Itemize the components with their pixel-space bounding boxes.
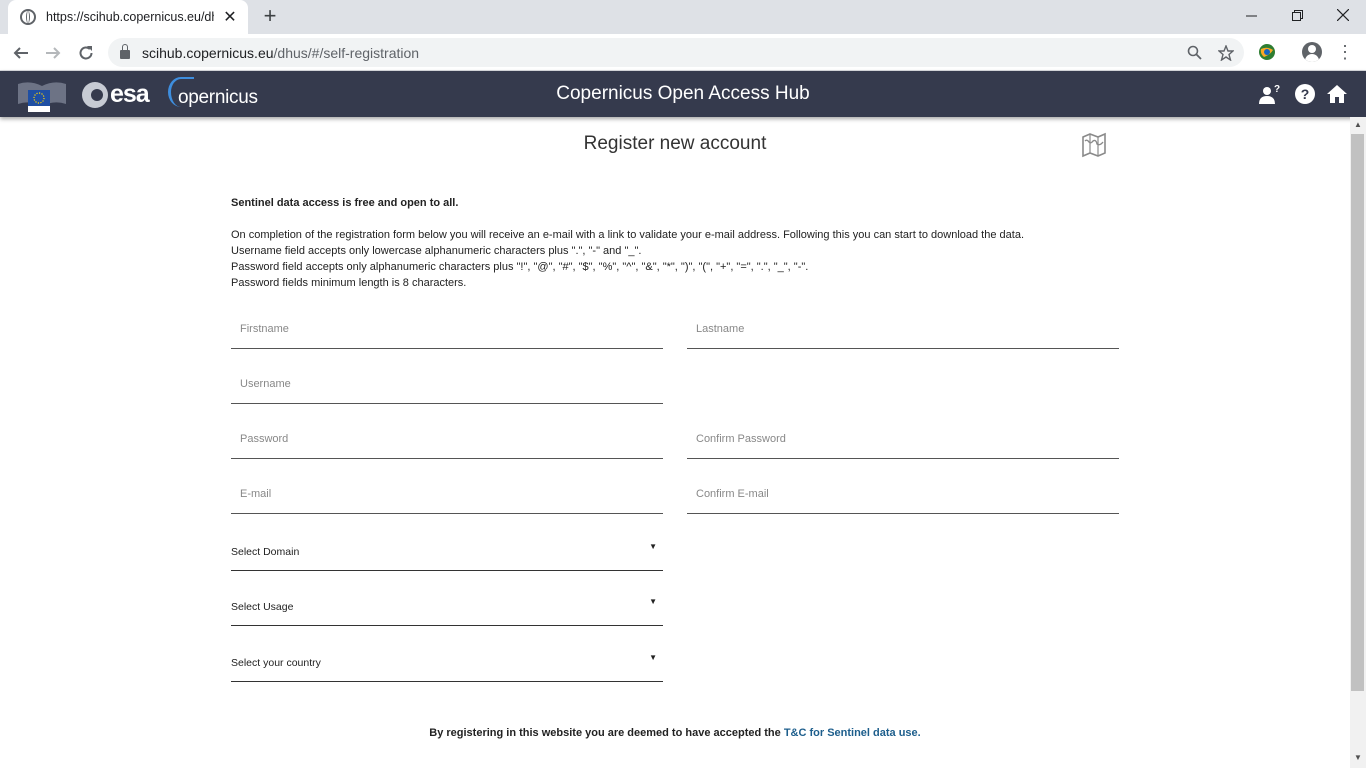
- terms-note-text: By registering in this website you are d…: [429, 727, 784, 739]
- forward-arrow-icon[interactable]: [40, 40, 66, 66]
- main-content: Register new account Sentinel data acces…: [0, 117, 1350, 768]
- account-icon[interactable]: [1302, 42, 1322, 62]
- app-header: Copernicus Open Access Hub esa opernicus…: [0, 71, 1366, 117]
- username-field[interactable]: Username: [231, 368, 663, 404]
- caret-down-icon: ▼: [649, 597, 657, 606]
- esa-logo[interactable]: esa: [82, 80, 150, 109]
- close-tab-icon[interactable]: ✕: [222, 7, 238, 27]
- back-arrow-icon[interactable]: [8, 40, 34, 66]
- intro-text: Sentinel data access is free and open to…: [231, 195, 1151, 291]
- zoom-icon[interactable]: [1182, 38, 1206, 67]
- confirm-email-label: Confirm E-mail: [696, 488, 769, 500]
- intro-bold: Sentinel data access is free and open to…: [231, 197, 459, 209]
- extension-icon[interactable]: [1258, 43, 1276, 61]
- new-tab-button[interactable]: +: [258, 4, 282, 28]
- usage-select[interactable]: Select Usage ▼: [231, 590, 663, 626]
- tab-title: https://scihub.copernicus.eu/dhus: [46, 10, 214, 24]
- caret-down-icon: ▼: [649, 653, 657, 662]
- intro-line: Password field accepts only alphanumeric…: [231, 261, 809, 273]
- domain-select-label: Select Domain: [231, 546, 300, 558]
- country-select-label: Select your country: [231, 657, 321, 669]
- globe-icon: [20, 9, 36, 25]
- email-field[interactable]: E-mail: [231, 478, 663, 514]
- password-field[interactable]: Password: [231, 423, 663, 459]
- domain-select[interactable]: Select Domain ▼: [231, 535, 663, 571]
- person-question-icon[interactable]: ?: [1258, 82, 1282, 106]
- confirm-password-field[interactable]: Confirm Password: [687, 423, 1119, 459]
- address-bar[interactable]: scihub.copernicus.eu/dhus/#/self-registr…: [108, 38, 1244, 67]
- scrollbar-thumb[interactable]: [1351, 134, 1364, 691]
- esa-logo-text: esa: [110, 80, 150, 108]
- password-label: Password: [240, 433, 289, 445]
- confirm-email-field[interactable]: Confirm E-mail: [687, 478, 1119, 514]
- star-icon[interactable]: [1214, 38, 1238, 67]
- username-label: Username: [240, 378, 291, 390]
- usage-select-label: Select Usage: [231, 601, 294, 613]
- svg-text:?: ?: [1274, 84, 1280, 95]
- lastname-field[interactable]: Lastname: [687, 313, 1119, 349]
- browser-tab[interactable]: https://scihub.copernicus.eu/dhus ✕: [8, 0, 248, 34]
- browser-toolbar: scihub.copernicus.eu/dhus/#/self-registr…: [0, 34, 1366, 71]
- url-path: /dhus/#/self-registration: [273, 44, 420, 61]
- scroll-down-icon[interactable]: ▼: [1350, 750, 1366, 766]
- map-icon[interactable]: [1081, 132, 1107, 158]
- terms-note: By registering in this website you are d…: [0, 727, 1350, 739]
- european-commission-logo[interactable]: [16, 78, 68, 112]
- intro-line: Password fields minimum length is 8 char…: [231, 277, 467, 289]
- minimize-button[interactable]: [1228, 0, 1274, 30]
- lastname-label: Lastname: [696, 323, 745, 335]
- firstname-field[interactable]: Firstname: [231, 313, 663, 349]
- menu-icon[interactable]: ⋮: [1336, 40, 1354, 64]
- firstname-label: Firstname: [240, 323, 289, 335]
- svg-text:?: ?: [1301, 86, 1310, 102]
- restore-button[interactable]: [1274, 0, 1320, 30]
- reload-icon[interactable]: [73, 40, 99, 66]
- page-title: Register new account: [583, 133, 767, 154]
- esa-mark: [82, 81, 108, 108]
- url-host: scihub.copernicus.eu: [142, 44, 274, 61]
- lock-icon: [120, 44, 130, 59]
- close-window-button[interactable]: [1320, 0, 1366, 30]
- scroll-up-icon[interactable]: ▲: [1350, 117, 1366, 133]
- help-icon[interactable]: ?: [1293, 82, 1317, 106]
- terms-link[interactable]: T&C for Sentinel data use.: [784, 727, 921, 739]
- confirm-password-label: Confirm Password: [696, 433, 786, 445]
- caret-down-icon: ▼: [649, 542, 657, 551]
- intro-line: Username field accepts only lowercase al…: [231, 245, 642, 257]
- intro-line: On completion of the registration form b…: [231, 229, 1024, 241]
- country-select[interactable]: Select your country ▼: [231, 646, 663, 682]
- browser-tabbar: https://scihub.copernicus.eu/dhus ✕ +: [0, 0, 1366, 34]
- copernicus-logo-text: opernicus: [178, 87, 258, 108]
- home-icon[interactable]: [1325, 82, 1349, 106]
- email-label: E-mail: [240, 488, 272, 500]
